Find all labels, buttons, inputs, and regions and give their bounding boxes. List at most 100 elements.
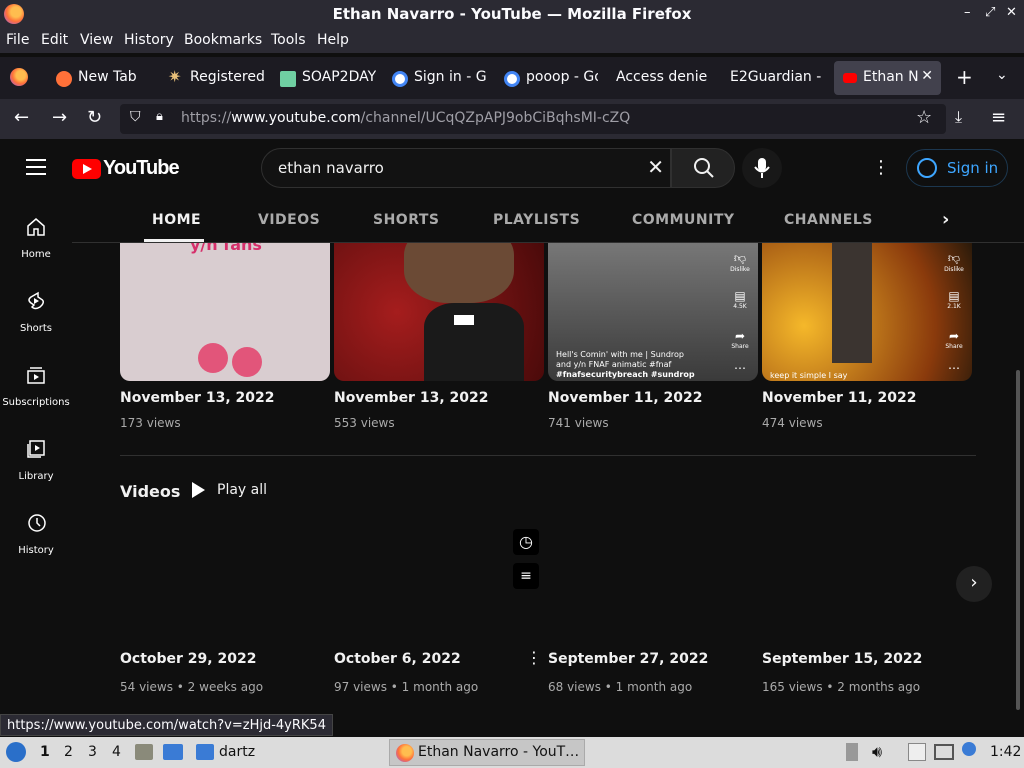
file-manager-icon[interactable] — [135, 744, 153, 760]
carousel-next-button[interactable]: › — [956, 566, 992, 602]
channel-home-content: y/n fans 👎︎ Dislike ▤ 4.5K ➦ Share ⋯ Hell's… — [72, 243, 1024, 715]
sign-in-button[interactable]: Sign in — [906, 149, 1008, 187]
video-date[interactable]: November 11, 2022 — [548, 390, 702, 406]
minimize-button[interactable]: – — [964, 5, 971, 20]
tab-access-denied[interactable]: Access denie — [614, 61, 710, 95]
dislike-button[interactable]: 👎︎ Dislike — [942, 251, 966, 273]
thumbnail-overlay-text: y/n fans — [190, 243, 262, 254]
share-button[interactable]: ➦ Share — [728, 329, 752, 350]
tab-ethan-navarro[interactable]: Ethan N ✕ — [834, 61, 941, 95]
sidebar-item-library[interactable]: Library — [0, 427, 72, 497]
close-tab-icon[interactable]: ✕ — [921, 68, 933, 84]
more-actions-icon[interactable]: ⋯ — [942, 361, 966, 375]
tab-label: E2Guardian - — [730, 69, 822, 85]
sidebar-item-subscriptions[interactable]: Subscriptions — [0, 353, 72, 423]
menu-view[interactable]: View — [80, 32, 113, 48]
guide-menu-icon[interactable] — [26, 159, 46, 175]
workspace-2[interactable]: 2 — [64, 744, 73, 760]
menu-tools[interactable]: Tools — [271, 32, 306, 48]
workspace-1[interactable]: 1 — [40, 744, 50, 760]
shield-icon[interactable]: ⛉ — [130, 109, 141, 125]
video-date[interactable]: November 13, 2022 — [120, 390, 274, 406]
battery-icon[interactable] — [846, 743, 858, 761]
network-icon[interactable] — [934, 744, 954, 760]
video-title[interactable]: October 6, 2022 — [334, 651, 461, 667]
video-title[interactable]: September 27, 2022 — [548, 651, 708, 667]
workspace-3[interactable]: 3 — [88, 744, 97, 760]
tab-soap2day[interactable]: SOAP2DAY — [278, 61, 376, 95]
settings-kebab-icon[interactable]: ⋮ — [872, 157, 890, 178]
tab-shorts[interactable]: SHORTS — [373, 212, 440, 228]
tab-google-sign-in[interactable]: Sign in - G — [390, 61, 486, 95]
voice-search-button[interactable] — [742, 148, 782, 188]
shorts-thumbnail[interactable]: 👎︎ Dislike ▤ 2.1K ➦ Share ⋯ keep it simple … — [762, 243, 972, 381]
search-input[interactable]: ethan navarro ✕ — [261, 148, 671, 188]
tabs-scroll-right-icon[interactable]: › — [942, 209, 949, 230]
google-icon — [504, 71, 520, 87]
comments-button[interactable]: ▤ 2.1K — [942, 289, 966, 310]
tab-registered[interactable]: ✷ Registered — [166, 61, 264, 95]
lock-icon[interactable]: 🔒︎ — [156, 109, 163, 124]
tab-home[interactable]: HOME — [152, 212, 201, 228]
menu-history[interactable]: History — [124, 32, 174, 48]
tab-google-pooop[interactable]: pooop - Go — [502, 61, 598, 95]
shorts-thumbnail[interactable]: 👎︎ Dislike ▤ 4.5K ➦ Share ⋯ Hell's Comin' w… — [548, 243, 758, 381]
back-button[interactable]: ← — [14, 107, 29, 128]
video-title[interactable]: October 29, 2022 — [120, 651, 256, 667]
workspace-4[interactable]: 4 — [112, 744, 121, 760]
bookmark-star-icon[interactable]: ☆ — [916, 107, 932, 128]
section-title[interactable]: Videos — [120, 482, 180, 501]
page-scrollbar[interactable] — [1016, 370, 1020, 710]
more-actions-icon[interactable]: ⋯ — [728, 361, 752, 375]
dislike-button[interactable]: 👎︎ Dislike — [728, 251, 752, 273]
add-to-queue-icon[interactable]: ≡ — [513, 563, 539, 589]
new-tab-button[interactable]: + — [956, 65, 973, 89]
search-value[interactable]: ethan navarro — [278, 159, 384, 177]
clock[interactable]: 1:42 — [990, 744, 1021, 760]
menu-bookmarks[interactable]: Bookmarks — [184, 32, 262, 48]
app-menu-icon[interactable]: ≡ — [991, 107, 1006, 128]
search-button[interactable] — [671, 148, 735, 188]
forward-button[interactable]: → — [52, 107, 67, 128]
shorts-thumbnail[interactable] — [334, 243, 544, 381]
tab-channels[interactable]: CHANNELS — [784, 212, 873, 228]
url-bar[interactable]: ⛉ 🔒︎ https://www.youtube.com/channel/UCq… — [120, 104, 946, 134]
firefox-view-icon[interactable] — [10, 68, 28, 86]
comments-button[interactable]: ▤ 4.5K — [728, 289, 752, 310]
soap2day-icon — [280, 71, 296, 87]
reload-button[interactable]: ↻ — [87, 107, 102, 128]
sidebar-item-home[interactable]: Home — [0, 205, 72, 275]
start-menu-icon[interactable] — [6, 742, 26, 762]
video-date[interactable]: November 13, 2022 — [334, 390, 488, 406]
tab-videos[interactable]: VIDEOS — [258, 212, 320, 228]
clipboard-icon[interactable] — [908, 743, 926, 761]
notification-icon[interactable] — [962, 742, 976, 756]
menu-file[interactable]: File — [6, 32, 29, 48]
close-window-button[interactable]: ✕ — [1006, 5, 1017, 20]
navigation-bar: ← → ↻ ⛉ 🔒︎ https://www.youtube.com/chann… — [0, 99, 1024, 139]
shorts-thumbnail[interactable]: y/n fans — [120, 243, 330, 381]
video-date[interactable]: November 11, 2022 — [762, 390, 916, 406]
url-text[interactable]: https://www.youtube.com/channel/UCqQZpAP… — [181, 110, 630, 126]
tab-new-tab[interactable]: New Tab — [54, 61, 154, 95]
sidebar-item-history[interactable]: History — [0, 501, 72, 571]
downloads-icon[interactable]: ⤓ — [955, 107, 962, 127]
clear-search-icon[interactable]: ✕ — [647, 155, 664, 179]
menu-edit[interactable]: Edit — [41, 32, 68, 48]
share-button[interactable]: ➦ Share — [942, 329, 966, 350]
video-title[interactable]: September 15, 2022 — [762, 651, 922, 667]
taskbar-window-firefox[interactable]: Ethan Navarro - YouT… — [389, 739, 585, 766]
video-more-options-icon[interactable]: ⋮ — [526, 648, 542, 667]
sidebar-item-shorts[interactable]: Shorts — [0, 279, 72, 349]
menu-help[interactable]: Help — [317, 32, 349, 48]
volume-icon[interactable]: 🔊︎ — [872, 742, 882, 762]
tab-e2guardian[interactable]: E2Guardian - — [728, 61, 824, 95]
watch-later-icon[interactable]: ◷ — [513, 529, 539, 555]
maximize-button[interactable]: ⤢ — [985, 5, 995, 20]
video-views: 741 views — [548, 416, 609, 430]
folder-launcher[interactable]: dartz — [219, 744, 255, 760]
tab-playlists[interactable]: PLAYLISTS — [493, 212, 580, 228]
list-all-tabs-icon[interactable]: ⌄ — [996, 67, 1008, 83]
tab-community[interactable]: COMMUNITY — [632, 212, 735, 228]
desktop-icon[interactable] — [163, 744, 183, 760]
